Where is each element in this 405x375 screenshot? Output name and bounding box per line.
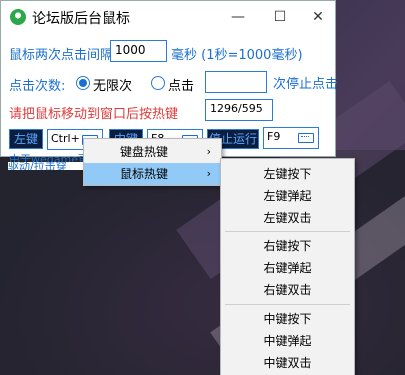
menu-item-label: 右键按下 <box>263 239 312 253</box>
menu-item-right-down[interactable]: 右键按下 <box>221 235 354 257</box>
interval-input[interactable]: 1000 <box>110 40 167 62</box>
interval-label: 鼠标两次点击间隔 <box>9 48 114 63</box>
menu-separator <box>225 231 350 232</box>
menu-item-label: 右键弹起 <box>263 261 312 275</box>
menu-item-middle-up[interactable]: 中键弹起 <box>221 330 354 352</box>
chevron-right-icon: › <box>206 145 211 158</box>
menu-item-middle-double[interactable]: 中键双击 <box>221 352 354 374</box>
main-window: 论坛版后台鼠标 — ☐ ✕ 鼠标两次点击间隔 1000 毫秒 (1秒=1000毫… <box>0 0 339 166</box>
menu-item-left-up[interactable]: 左键弹起 <box>221 185 354 207</box>
stop-hotkey-value: F9 <box>267 130 281 143</box>
menu-item-mouse-hotkey[interactable]: 鼠标热键 › <box>84 163 221 185</box>
menu-item-left-down[interactable]: 左键按下 <box>221 163 354 185</box>
left-hotkey-value: Ctrl+ <box>51 132 80 145</box>
maximize-button[interactable]: ☐ <box>265 5 295 29</box>
stop-hotkey-field[interactable]: F9 <box>263 127 319 149</box>
chevron-right-icon: › <box>206 167 211 180</box>
close-button[interactable]: ✕ <box>303 5 333 29</box>
click-count-label: 点击次数: <box>9 79 66 94</box>
title-bar: 论坛版后台鼠标 — ☐ ✕ <box>1 1 337 33</box>
click-times-radio-label: 点击 <box>168 79 195 94</box>
menu-item-label: 中键弹起 <box>263 334 312 348</box>
mouse-hotkey-submenu: 左键按下 左键弹起 左键双击 右键按下 右键弹起 右键双击 中键按下 中键弹起 … <box>220 158 355 375</box>
click-times-suffix: 次停止点击 <box>273 77 339 92</box>
menu-item-keyboard-hotkey[interactable]: 键盘热键 › <box>84 141 221 163</box>
unlimited-radio-label: 无限次 <box>93 79 133 94</box>
menu-item-label: 键盘热键 <box>120 145 169 159</box>
menu-item-label: 中键双击 <box>263 356 312 370</box>
interval-unit-label: 毫秒 (1秒=1000毫秒) <box>171 48 303 63</box>
menu-item-label: 左键按下 <box>263 167 312 181</box>
menu-item-left-double[interactable]: 左键双击 <box>221 207 354 229</box>
menu-item-middle-down[interactable]: 中键按下 <box>221 308 354 330</box>
menu-item-label: 鼠标热键 <box>120 167 169 181</box>
click-times-radio[interactable] <box>151 76 165 90</box>
menu-item-right-double[interactable]: 右键双击 <box>221 279 354 301</box>
app-icon <box>10 9 26 25</box>
menu-item-label: 左键双击 <box>263 211 312 225</box>
left-click-button[interactable]: 左键 <box>9 129 43 149</box>
unlimited-radio[interactable] <box>76 76 90 90</box>
mouse-coords-field: 1296/595 <box>205 99 273 121</box>
click-times-input[interactable] <box>205 71 267 93</box>
menu-item-label: 左键弹起 <box>263 189 312 203</box>
menu-item-label: 中键按下 <box>263 312 312 326</box>
keyboard-icon <box>298 133 314 143</box>
menu-item-label: 右键双击 <box>263 283 312 297</box>
context-menu: 键盘热键 › 鼠标热键 › <box>83 138 222 186</box>
menu-item-right-up[interactable]: 右键弹起 <box>221 257 354 279</box>
minimize-button[interactable]: — <box>223 5 253 29</box>
window-title: 论坛版后台鼠标 <box>32 11 130 27</box>
footer-note-line2: 驱动/拉击穿 <box>8 162 88 170</box>
hotkey-hint-text: 请把鼠标移动到窗口后按热键 <box>9 107 179 122</box>
menu-separator <box>225 304 350 305</box>
